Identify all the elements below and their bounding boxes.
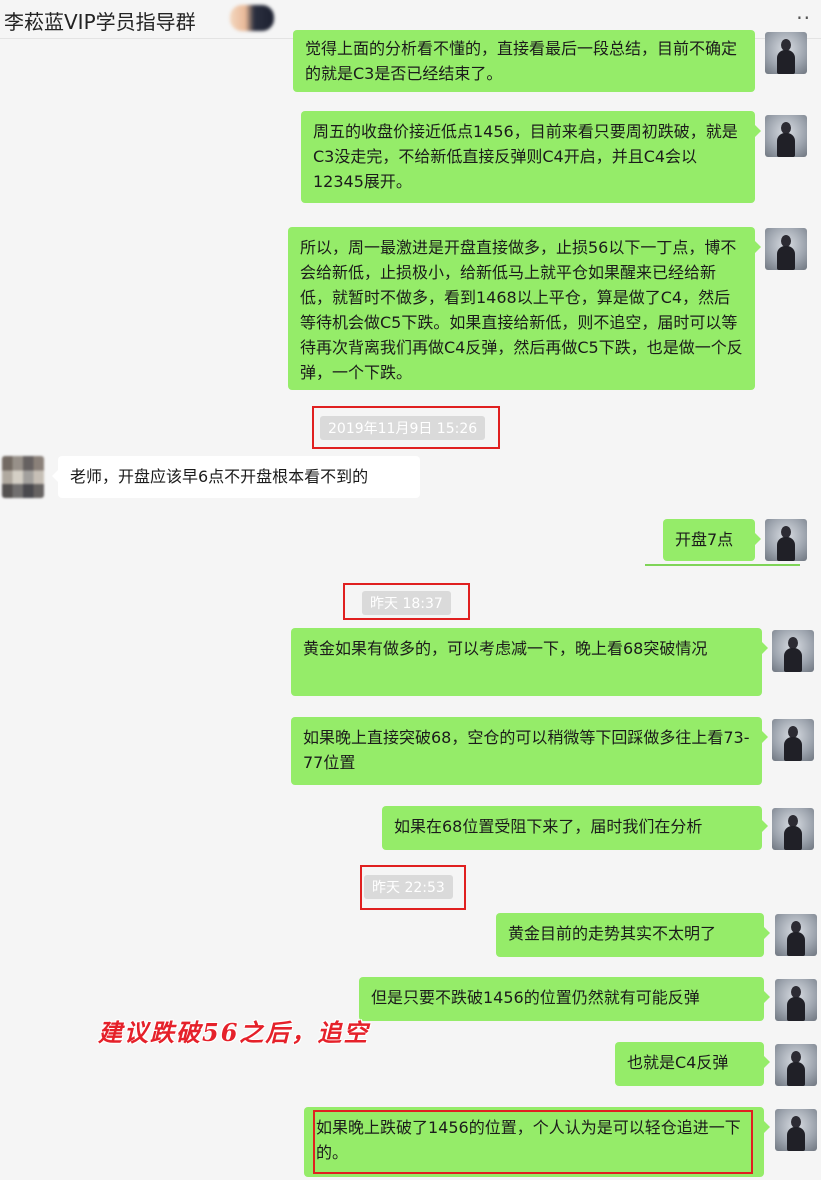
message-bubble[interactable]: 也就是C4反弹 bbox=[615, 1042, 770, 1086]
highlight-box bbox=[343, 583, 470, 620]
annotation-text: 建议跌破56之后，追空 bbox=[98, 1018, 370, 1047]
message-list[interactable]: 觉得上面的分析看不懂的，直接看最后一段总结，目前不确定的就是C3是否已经结束了。… bbox=[0, 30, 821, 1180]
avatar-teacher[interactable] bbox=[775, 1109, 817, 1151]
message-text: 觉得上面的分析看不懂的，直接看最后一段总结，目前不确定的就是C3是否已经结束了。 bbox=[305, 39, 738, 83]
message-bubble[interactable]: 老师，开盘应该早6点不开盘根本看不到的 bbox=[52, 456, 420, 498]
avatar-teacher[interactable] bbox=[775, 914, 817, 956]
avatar-teacher[interactable] bbox=[775, 1044, 817, 1086]
message-text: 但是只要不跌破1456的位置仍然就有可能反弹 bbox=[371, 988, 700, 1007]
avatar-teacher[interactable] bbox=[775, 979, 817, 1021]
highlight-box bbox=[312, 406, 500, 449]
message-bubble[interactable]: 如果在68位置受阻下来了，届时我们在分析 bbox=[382, 806, 768, 850]
avatar-teacher[interactable] bbox=[772, 630, 814, 672]
message-text: 如果晚上直接突破68，空仓的可以稍微等下回踩做多往上看73-77位置 bbox=[303, 728, 750, 772]
message-text: 开盘7点 bbox=[675, 530, 734, 549]
blurred-emoji-icon bbox=[230, 5, 274, 31]
message-bubble[interactable]: 如果晚上直接突破68，空仓的可以稍微等下回踩做多往上看73-77位置 bbox=[291, 717, 768, 785]
avatar-student-blurred[interactable] bbox=[2, 456, 44, 498]
message-bubble[interactable]: 周五的收盘价接近低点1456，目前来看只要周初跌破，就是C3没走完，不给新低直接… bbox=[301, 111, 761, 203]
message-text: 黄金如果有做多的，可以考虑减一下，晚上看68突破情况 bbox=[303, 639, 708, 658]
message-text: 黄金目前的走势其实不太明了 bbox=[508, 924, 717, 943]
message-bubble[interactable]: 黄金如果有做多的，可以考虑减一下，晚上看68突破情况 bbox=[291, 628, 768, 696]
group-title: 李菘蓝VIP学员指导群 bbox=[4, 10, 196, 34]
divider bbox=[645, 564, 800, 566]
message-bubble[interactable]: 所以，周一最激进是开盘直接做多，止损56以下一丁点，博不会给新低，止损极小，给新… bbox=[288, 227, 761, 390]
avatar-teacher[interactable] bbox=[772, 719, 814, 761]
avatar-teacher[interactable] bbox=[765, 228, 807, 270]
avatar-teacher[interactable] bbox=[765, 115, 807, 157]
avatar-teacher[interactable] bbox=[765, 519, 807, 561]
message-text: 也就是C4反弹 bbox=[627, 1053, 729, 1072]
highlight-box bbox=[313, 1110, 753, 1174]
more-icon[interactable]: ·· bbox=[796, 6, 811, 30]
message-bubble[interactable]: 开盘7点 bbox=[663, 519, 761, 561]
message-bubble[interactable]: 觉得上面的分析看不懂的，直接看最后一段总结，目前不确定的就是C3是否已经结束了。 bbox=[293, 30, 755, 92]
message-text: 老师，开盘应该早6点不开盘根本看不到的 bbox=[70, 467, 369, 486]
message-bubble[interactable]: 但是只要不跌破1456的位置仍然就有可能反弹 bbox=[359, 977, 770, 1021]
message-bubble[interactable]: 黄金目前的走势其实不太明了 bbox=[496, 913, 770, 957]
avatar-teacher[interactable] bbox=[772, 808, 814, 850]
highlight-box bbox=[360, 865, 466, 910]
message-text: 所以，周一最激进是开盘直接做多，止损56以下一丁点，博不会给新低，止损极小，给新… bbox=[300, 238, 743, 382]
message-text: 周五的收盘价接近低点1456，目前来看只要周初跌破，就是C3没走完，不给新低直接… bbox=[313, 122, 738, 191]
message-text: 如果在68位置受阻下来了，届时我们在分析 bbox=[394, 817, 703, 836]
avatar-teacher[interactable] bbox=[765, 32, 807, 74]
